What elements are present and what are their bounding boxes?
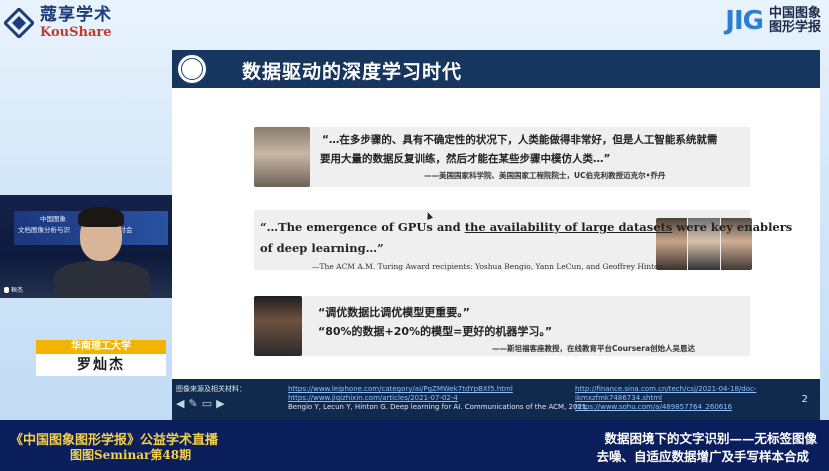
portrait-jordan-image	[254, 127, 310, 187]
talk-title-line2: 去噪、自适应数据增广及手写样本合成	[596, 449, 809, 464]
pen-icon[interactable]: ✎	[188, 398, 197, 409]
koushare-mark-icon	[4, 8, 34, 38]
jig-logo: JIG 中国图象 图形学报	[725, 4, 821, 38]
prev-slide-icon[interactable]: ◀	[176, 398, 184, 409]
quote3-line1: “调优数据比调优模型更重要。”	[318, 306, 470, 319]
portrait-ng-image	[254, 296, 302, 356]
source-link-sina-cont[interactable]: ikmxzfmk7486734.shtml	[575, 394, 662, 402]
quote2-line2: of deep learning…”	[260, 241, 384, 255]
quote3-line2: “80%的数据+20%的模型=更好的机器学习。”	[318, 325, 553, 338]
video-banner-line2: 文档图像分析与识	[18, 226, 70, 234]
koushare-logo: 蔻享学术 KouShare	[4, 4, 134, 42]
slide: 数据驱动的深度学习时代 “…在多步骤的、具有不确定性的状况下，人类能做得非常好，…	[172, 50, 820, 428]
source-citation: Bengio Y, Lecun Y, Hinton G. Deep learni…	[288, 403, 589, 411]
quote2-attribution: —The ACM A.M. Turing Award recipients: Y…	[312, 262, 664, 271]
speaker-video: 中国图象 文档图像分析与识 学术研讨会 桓杰	[0, 195, 172, 298]
quote1-line2: 要用大量的数据反复训练，然后才能在某些步骤中模仿人类…”	[320, 153, 611, 165]
video-banner-line1: 中国图象	[40, 215, 66, 223]
jig-line1: 中国图象	[768, 6, 821, 22]
source-link-sina[interactable]: http://finance.sina.com.cn/tech/csj/2021…	[575, 385, 756, 393]
jig-mark: JIG	[725, 6, 764, 36]
mic-icon	[4, 286, 9, 293]
speaker-affiliation: 华南理工大学	[36, 340, 166, 354]
source-link-sohu[interactable]: https://www.sohu.com/a/489857764_260616	[575, 403, 732, 411]
bottom-banner: 《中国图象图形学报》公益学术直播 图图Seminar第48期 数据困境下的文字识…	[0, 420, 829, 471]
quote1-line1: “…在多步骤的、具有不确定性的状况下，人类能做得非常好，但是人工智能系统就需	[322, 134, 718, 146]
speaker-name: 罗灿杰	[36, 354, 166, 376]
video-speaker-tag: 桓杰	[4, 285, 23, 294]
jig-line2: 图形学报	[768, 20, 821, 35]
source-link-leiphone[interactable]: https://www.leiphone.com/category/ai/PgZ…	[288, 385, 513, 393]
slide-nav-controls: ◀ ✎ ▭ ▶	[176, 398, 225, 409]
quote1-attribution: ——美国国家科学院、美国国家工程院院士，UC伯克利教授迈克尔•乔丹	[424, 171, 666, 180]
koushare-en: KouShare	[40, 25, 112, 40]
slide-header: 数据驱动的深度学习时代	[172, 50, 820, 88]
page-number: 2	[801, 394, 808, 405]
next-slide-icon[interactable]: ▶	[216, 398, 224, 409]
quote2-line1: “…The emergence of GPUs and the availabi…	[260, 220, 793, 234]
seminar-number: 图图Seminar第48期	[70, 448, 192, 462]
source-link-jiqizhixin[interactable]: https://www.jiqizhixin.com/articles/2021…	[288, 394, 458, 402]
menu-icon[interactable]: ▭	[202, 398, 212, 409]
speaker-hair	[78, 207, 124, 227]
quote3-attribution: ——斯坦福客座教授，在线教育平台Coursera创始人吴恩达	[492, 344, 696, 353]
speaker-body	[54, 261, 150, 298]
sources-label: 图像来源及相关材料：	[176, 385, 246, 393]
koushare-cn: 蔻享学术	[40, 5, 112, 25]
talk-title-line1: 数据困境下的文字识别——无标签图像	[604, 431, 817, 446]
university-emblem-icon	[176, 53, 208, 85]
slide-title: 数据驱动的深度学习时代	[242, 61, 463, 83]
